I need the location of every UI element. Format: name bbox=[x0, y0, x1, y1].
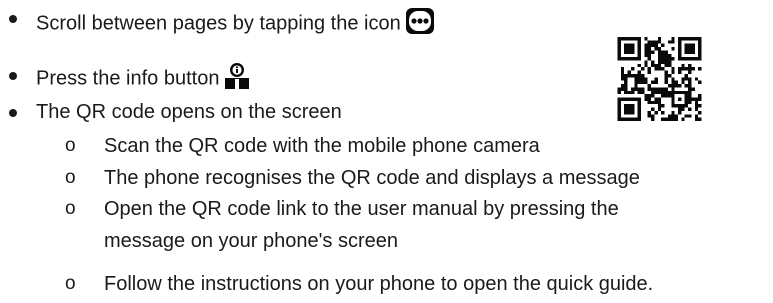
bullet-qr-opens: The QR code opens on the screen bbox=[36, 100, 342, 124]
bullet-dot bbox=[9, 15, 17, 23]
bullet-info-button: Press the info button bbox=[36, 62, 252, 96]
sub-bullet-follow: Follow the instructions on your phone to… bbox=[104, 273, 654, 295]
sub-bullet-recognises: The phone recognises the QR code and dis… bbox=[104, 167, 640, 189]
sub-bullet-open-link: Open the QR code link to the user manual… bbox=[104, 198, 619, 220]
bullet-scroll-pages: Scroll between pages by tapping the icon bbox=[36, 7, 435, 41]
bullet-text: Press the info button bbox=[36, 67, 220, 90]
sub-bullet-marker: o bbox=[65, 135, 76, 156]
sub-bullet-open-link-cont: message on your phone's screen bbox=[104, 230, 398, 252]
bullet-text: The QR code opens on the screen bbox=[36, 101, 342, 123]
sub-bullet-scan: Scan the QR code with the mobile phone c… bbox=[104, 135, 540, 157]
sub-bullet-marker: o bbox=[65, 167, 76, 188]
bullet-dot bbox=[9, 109, 17, 117]
bullet-text: Scroll between pages by tapping the icon bbox=[36, 12, 401, 35]
info-button-icon bbox=[223, 62, 252, 96]
sub-bullet-marker: o bbox=[65, 273, 76, 294]
more-dots-icon bbox=[405, 7, 435, 41]
sub-bullet-marker: o bbox=[65, 198, 76, 219]
qr-code bbox=[617, 37, 702, 121]
bullet-dot bbox=[9, 72, 17, 80]
